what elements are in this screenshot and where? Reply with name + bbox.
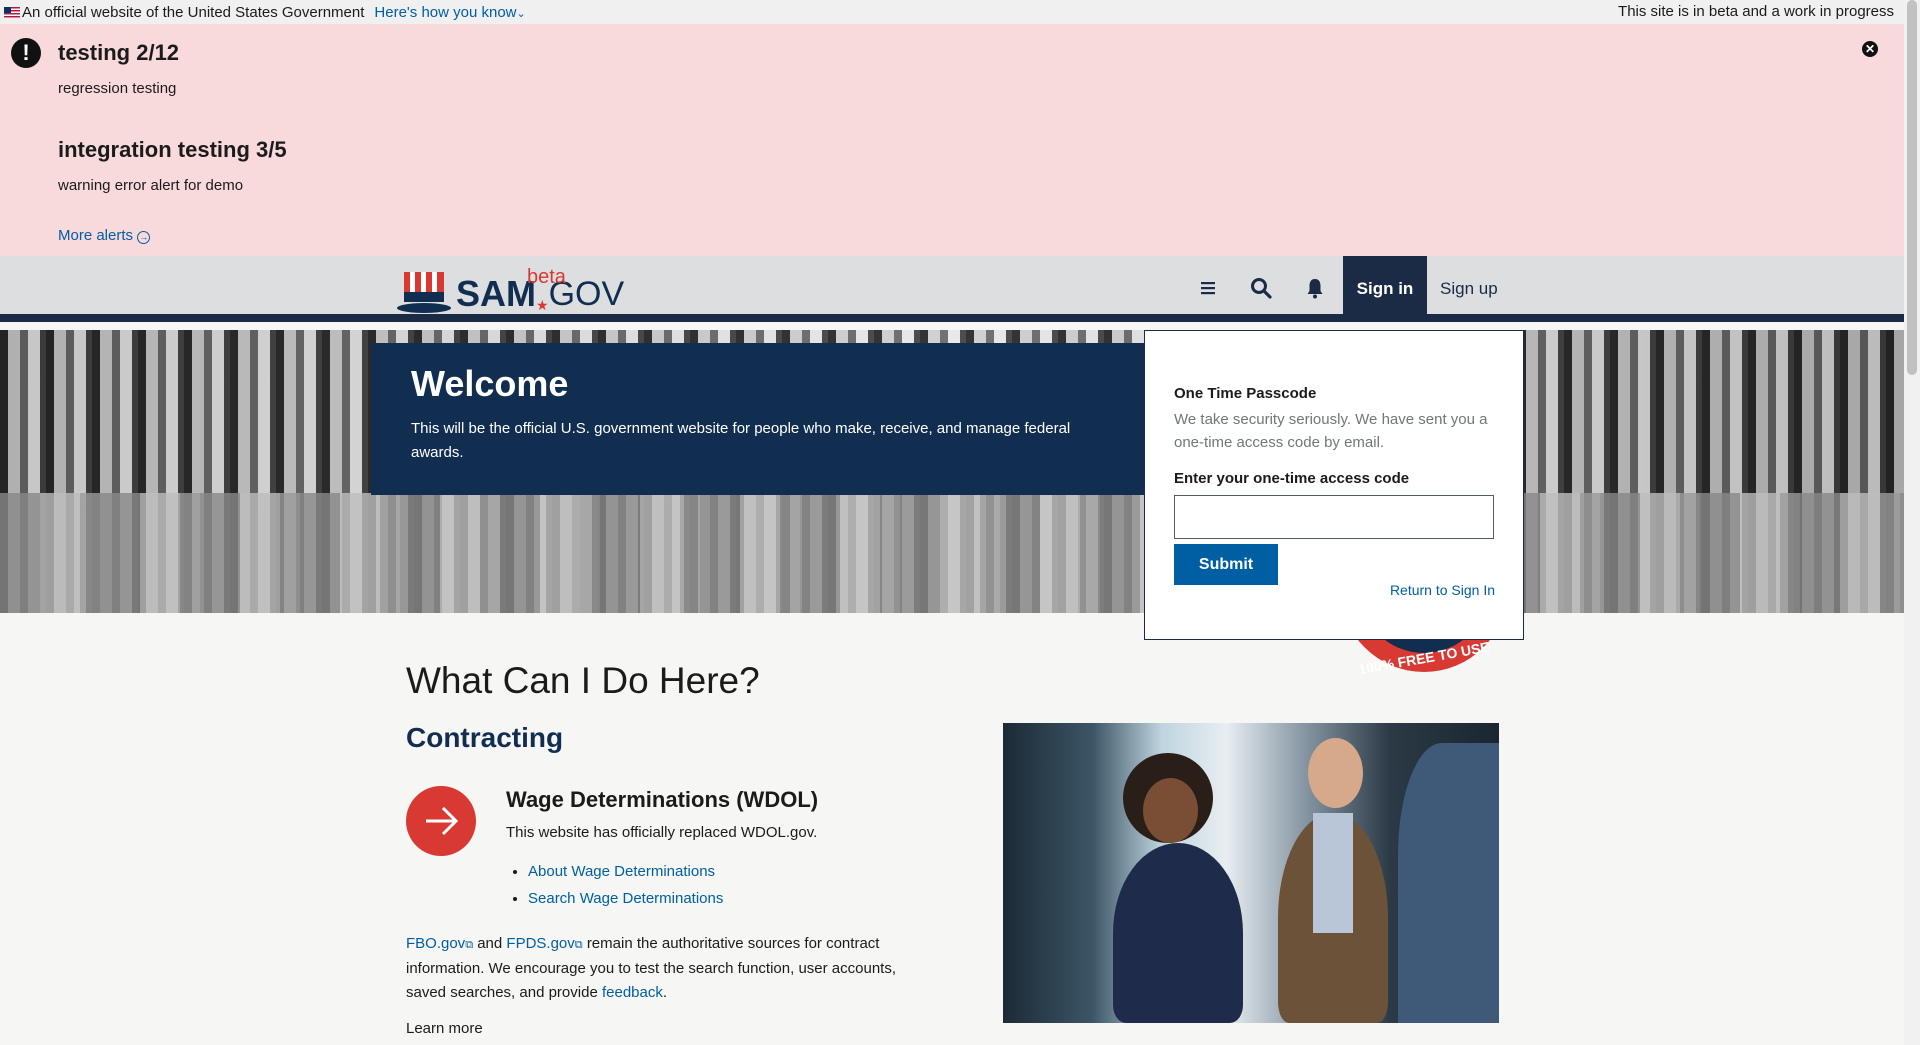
wdol-links: About Wage Determinations Search Wage De… — [528, 863, 723, 917]
alert-title: testing 2/12 — [58, 40, 180, 65]
site-header: SAM ★ GOV beta Sign in Sign up — [0, 256, 1904, 322]
official-website-text: An official website of the United States… — [22, 3, 365, 21]
sam-logo[interactable]: SAM ★ GOV beta — [396, 266, 624, 314]
woman-body — [1113, 843, 1243, 1023]
sign-in-button[interactable]: Sign in — [1343, 256, 1427, 322]
alert-body: regression testing — [58, 80, 177, 97]
otp-label: Enter your one-time access code — [1174, 470, 1410, 487]
list-item: Search Wage Determinations — [528, 890, 723, 907]
gov-banner: An official website of the United States… — [0, 0, 1904, 24]
arrow-right-icon[interactable] — [406, 786, 476, 856]
alert-title: integration testing 3/5 — [58, 137, 287, 162]
otp-dropdown: One Time Passcode We take security serio… — [1144, 330, 1524, 640]
about-wage-determinations-link[interactable]: About Wage Determinations — [528, 863, 715, 880]
external-link-icon: ⧉ — [465, 939, 474, 951]
hero-banner: Welcome This will be the official U.S. g… — [0, 330, 1904, 613]
info-paragraph: FBO.gov⧉ and FPDS.gov⧉ remain the author… — [406, 932, 916, 1005]
hamburger-icon[interactable] — [1196, 276, 1220, 300]
column-base-image — [0, 493, 1904, 613]
submit-button[interactable]: Submit — [1174, 544, 1278, 585]
us-flag-icon — [4, 6, 20, 18]
wdol-title: Wage Determinations (WDOL) — [506, 787, 819, 812]
feedback-link[interactable]: feedback — [602, 984, 663, 1001]
page-scrollbar[interactable] — [1904, 0, 1920, 1045]
arrow-circle-right-icon: → — [137, 231, 151, 244]
alert-body: warning error alert for demo — [58, 177, 244, 194]
chevron-down-icon: ⌄ — [516, 7, 526, 20]
otp-code-input[interactable] — [1174, 495, 1494, 539]
search-icon[interactable] — [1249, 276, 1273, 300]
welcome-box: Welcome This will be the official U.S. g… — [371, 343, 1144, 495]
section-heading: Contracting — [406, 722, 564, 753]
exclamation-icon: ! — [11, 38, 41, 68]
close-icon[interactable]: ✕ — [1862, 41, 1878, 57]
otp-title: One Time Passcode — [1174, 385, 1317, 402]
handshake-photo — [1003, 723, 1499, 1023]
fbo-link[interactable]: FBO.gov — [406, 935, 465, 952]
bell-icon[interactable] — [1303, 276, 1327, 300]
man-face — [1308, 738, 1363, 808]
more-alerts-label: More alerts — [58, 227, 134, 244]
search-wage-determinations-link[interactable]: Search Wage Determinations — [528, 890, 723, 907]
logo-sam-text: SAM — [456, 273, 536, 314]
uncle-sam-hat-icon — [397, 272, 451, 313]
man-shirt — [1313, 813, 1353, 933]
alerts-panel: ! testing 2/12 regression testing integr… — [0, 24, 1904, 256]
how-you-know-link[interactable]: Here's how you know⌄ — [374, 4, 525, 21]
period-text: . — [662, 984, 668, 1001]
logo-beta-text: beta — [527, 266, 566, 288]
wdol-description: This website has officially replaced WDO… — [506, 824, 818, 841]
sign-up-button[interactable]: Sign up — [1440, 256, 1498, 322]
back-figure — [1398, 743, 1499, 1023]
beta-note: This site is in beta and a work in progr… — [1618, 3, 1894, 20]
learn-more-text: Learn more — [406, 1020, 483, 1037]
arrow-right-glyph — [426, 806, 459, 836]
otp-description: We take security seriously. We have sent… — [1174, 411, 1488, 451]
woman-face — [1143, 778, 1198, 843]
list-item: About Wage Determinations — [528, 863, 723, 880]
and-text: and — [477, 935, 503, 952]
scrollbar-thumb[interactable] — [1907, 0, 1917, 375]
fpds-link[interactable]: FPDS.gov — [506, 935, 574, 952]
return-to-sign-in-link[interactable]: Return to Sign In — [1390, 582, 1495, 598]
more-alerts-link[interactable]: More alerts → — [58, 227, 151, 244]
star-icon: ★ — [536, 297, 549, 313]
welcome-title: Welcome — [411, 363, 569, 404]
page-heading: What Can I Do Here? — [406, 660, 760, 701]
external-link-icon: ⧉ — [574, 939, 583, 951]
how-you-know-label: Here's how you know — [374, 3, 517, 21]
welcome-text: This will be the official U.S. governmen… — [411, 420, 1071, 461]
